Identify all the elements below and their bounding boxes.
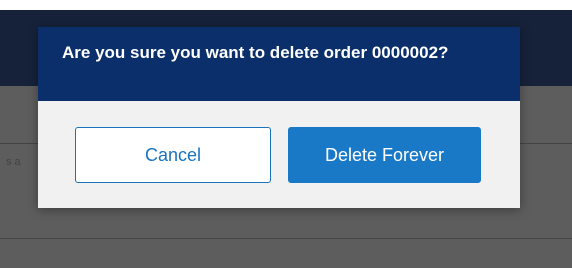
background-text: s a bbox=[6, 156, 21, 168]
delete-order-dialog: Are you sure you want to delete order 00… bbox=[38, 27, 520, 208]
dialog-body: Cancel Delete Forever bbox=[38, 101, 520, 208]
dialog-title: Are you sure you want to delete order 00… bbox=[62, 43, 449, 62]
background-divider bbox=[0, 238, 572, 239]
delete-forever-button[interactable]: Delete Forever bbox=[288, 127, 481, 183]
dialog-header: Are you sure you want to delete order 00… bbox=[38, 27, 520, 101]
cancel-button[interactable]: Cancel bbox=[75, 127, 271, 183]
